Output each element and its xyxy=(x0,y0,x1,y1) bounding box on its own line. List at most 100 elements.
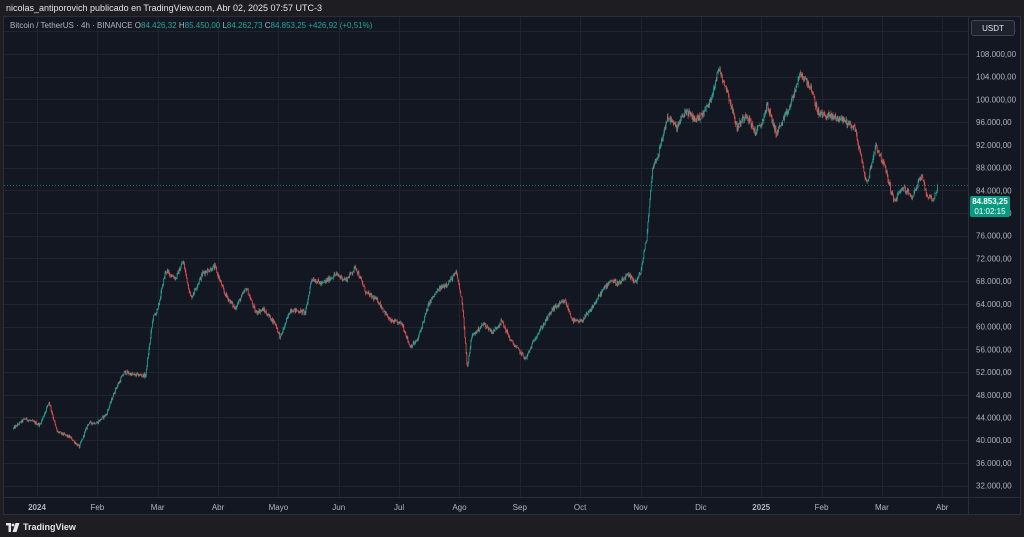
candle-body xyxy=(455,271,457,274)
candle-body xyxy=(455,273,456,274)
candle-body xyxy=(158,304,159,309)
candle-body xyxy=(406,336,408,339)
candle-body xyxy=(336,273,338,274)
candle-body xyxy=(670,117,672,122)
candle-body xyxy=(605,284,607,288)
candle-body xyxy=(431,298,433,300)
candle-body xyxy=(561,301,563,303)
candle-body xyxy=(789,106,790,110)
candle-body xyxy=(523,355,525,358)
candle-body xyxy=(933,199,934,201)
candle-body xyxy=(18,424,20,425)
currency-button[interactable]: USDT xyxy=(971,20,1015,36)
candle-body xyxy=(799,73,801,75)
candle-body xyxy=(106,414,108,416)
candle-body xyxy=(925,188,927,194)
candle-body xyxy=(451,277,453,281)
candle-body xyxy=(846,119,848,126)
x-tick-label: Nov xyxy=(633,503,647,512)
candle-body xyxy=(646,231,648,242)
candle-body xyxy=(115,387,116,393)
candle-body xyxy=(469,353,470,356)
candle-body xyxy=(464,327,466,338)
candle-body xyxy=(292,311,294,313)
candle-body xyxy=(795,89,796,93)
candle-body xyxy=(612,280,614,283)
candle-body xyxy=(428,303,430,305)
candle-body xyxy=(564,299,566,303)
candle-body xyxy=(603,287,604,290)
candle-body xyxy=(665,123,667,129)
candle-body xyxy=(626,273,628,275)
x-tick-label: Feb xyxy=(815,503,829,512)
candle-body xyxy=(438,287,440,292)
candle-body xyxy=(679,122,680,124)
candle-body xyxy=(398,321,399,325)
candle-body xyxy=(640,273,641,275)
candle-body xyxy=(530,347,531,350)
chart-frame[interactable]: 32.000,00 36.000,00 40.000,00 44.000,00 48.0… xyxy=(3,16,1021,515)
candle-body xyxy=(134,373,136,376)
candle-body xyxy=(291,311,293,312)
candle-body xyxy=(929,194,930,199)
candle-body xyxy=(120,377,122,382)
candle-body xyxy=(668,118,670,119)
candle-body xyxy=(227,296,228,298)
candle-body xyxy=(468,355,470,362)
candle-body xyxy=(444,285,446,288)
candle-body xyxy=(61,432,63,434)
candle-body xyxy=(765,110,767,112)
candle-body xyxy=(230,300,232,304)
candle-body xyxy=(306,303,308,306)
candle-body xyxy=(831,113,832,118)
candle-body xyxy=(502,321,504,323)
last-price-tag: 84.853,25 01:02:15 xyxy=(970,196,1010,217)
candle-body xyxy=(657,155,659,159)
candle-body xyxy=(154,313,156,315)
candle-body xyxy=(191,296,193,298)
candle-body xyxy=(825,116,827,119)
candle-body xyxy=(512,340,513,342)
candle-body xyxy=(334,274,336,275)
candle-body xyxy=(269,315,271,317)
candle-body xyxy=(634,281,635,282)
candle-body xyxy=(758,125,759,127)
candle-body xyxy=(192,295,193,298)
candle-body xyxy=(736,122,738,131)
candle-body xyxy=(107,410,108,415)
candle-body xyxy=(190,295,192,297)
tradingview-logo[interactable]: TradingView xyxy=(6,521,76,533)
candle-body xyxy=(320,282,321,285)
candle-body xyxy=(463,317,465,328)
candle-body xyxy=(618,283,619,286)
candle-body xyxy=(646,241,647,243)
x-tick-label: Mar xyxy=(151,503,165,512)
candle-body xyxy=(139,374,141,376)
candle-body xyxy=(333,277,334,279)
candle-body xyxy=(601,291,602,296)
candle-body xyxy=(189,292,191,293)
candle-body xyxy=(156,308,158,313)
candle-body xyxy=(837,116,838,119)
candle-body xyxy=(493,329,494,333)
candle-body xyxy=(664,127,665,132)
candle-body xyxy=(119,381,120,384)
candle-body xyxy=(312,279,314,281)
candle-body xyxy=(675,124,677,127)
candle-body xyxy=(414,343,415,345)
candle-body xyxy=(52,412,53,415)
candle-body xyxy=(440,285,442,290)
candle-body xyxy=(544,319,546,324)
candle-body xyxy=(733,110,735,115)
candle-body xyxy=(235,307,236,310)
candle-body xyxy=(836,116,838,119)
candle-body xyxy=(237,302,239,304)
candle-body xyxy=(861,155,863,161)
candle-body xyxy=(890,191,892,195)
candle-body xyxy=(703,111,704,115)
candle-body xyxy=(752,122,753,127)
candle-body xyxy=(89,421,91,424)
candle-body xyxy=(383,310,385,312)
candlestick-chart[interactable]: 32.000,00 36.000,00 40.000,00 44.000,00 48.0… xyxy=(4,17,1020,514)
candle-body xyxy=(327,278,328,282)
